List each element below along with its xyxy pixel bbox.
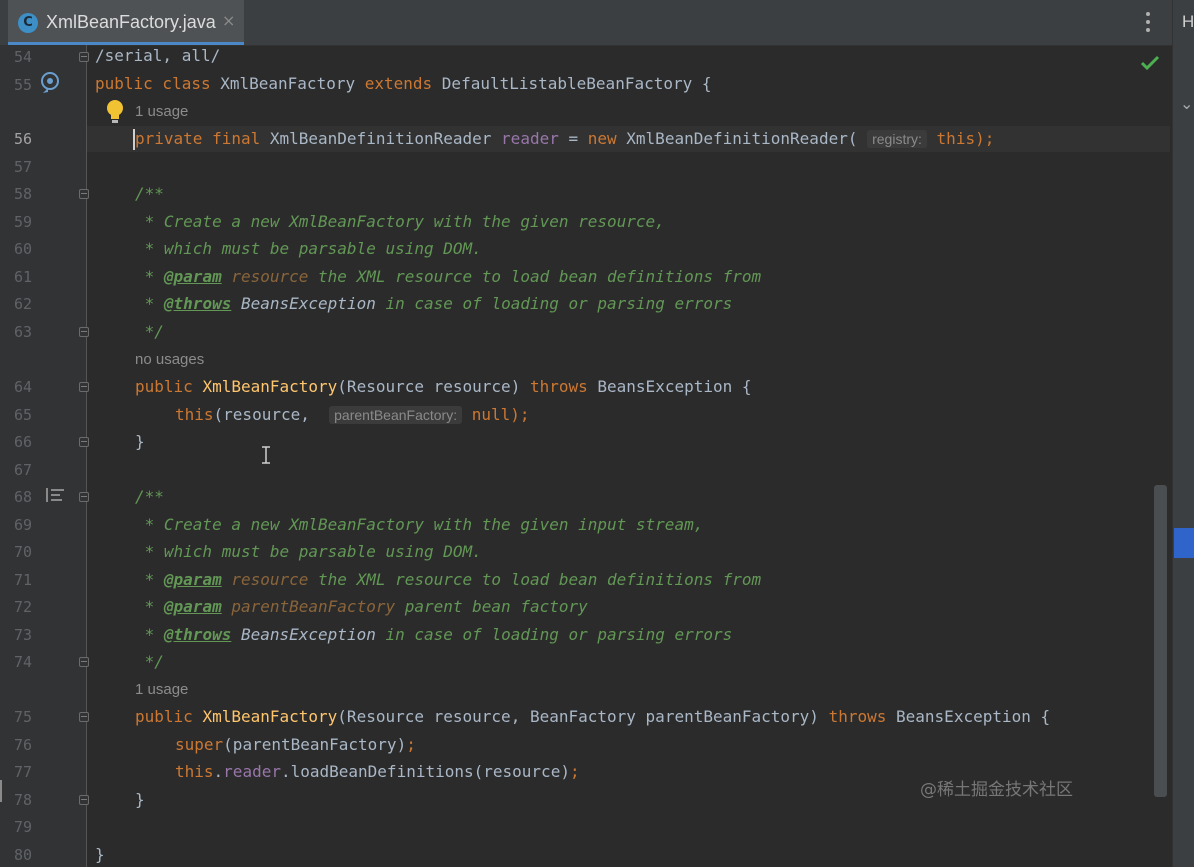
line-number: 69 <box>13 516 32 534</box>
code-line-61: * @param resource the XML resource to lo… <box>135 267 762 286</box>
line-number: 72 <box>13 598 32 616</box>
usage-hint[interactable]: 1 usage <box>135 103 188 120</box>
line-number: 55 <box>13 76 32 94</box>
code-line-78: } <box>135 790 145 809</box>
usage-hint[interactable]: 1 usage <box>135 681 188 698</box>
line-number: 68 <box>13 488 32 506</box>
code-line-56: private final XmlBeanDefinitionReader re… <box>135 129 995 148</box>
code-line-64: public XmlBeanFactory(Resource resource)… <box>135 377 752 396</box>
close-icon[interactable]: × <box>222 11 235 30</box>
line-number: 63 <box>13 323 32 341</box>
java-class-icon: C <box>18 13 38 33</box>
code-line-71: * @param resource the XML resource to lo… <box>135 570 762 589</box>
line-number: 75 <box>13 708 32 726</box>
line-number: 77 <box>13 763 32 781</box>
line-number: 67 <box>13 461 32 479</box>
code-line-80: } <box>95 845 105 864</box>
vertical-scrollbar[interactable] <box>1154 485 1167 797</box>
code-line-72: * @param parentBeanFactory parent bean f… <box>135 597 588 616</box>
line-number: 54 <box>13 48 32 66</box>
line-number: 70 <box>13 543 32 561</box>
code-line-59: * Create a new XmlBeanFactory with the g… <box>135 212 665 231</box>
code-line-69: * Create a new XmlBeanFactory with the g… <box>135 515 704 534</box>
usage-hint[interactable]: no usages <box>135 351 204 368</box>
line-number: 71 <box>13 571 32 589</box>
code-line-77: this.reader.loadBeanDefinitions(resource… <box>175 762 580 781</box>
text-cursor-icon <box>262 446 270 464</box>
line-number: 60 <box>13 240 32 258</box>
code-line-66: } <box>135 432 145 451</box>
render-doc-icon[interactable] <box>46 488 64 502</box>
tab-xmlbeanfactory[interactable]: C XmlBeanFactory.java × <box>8 0 244 45</box>
code-line-58: /** <box>135 184 164 203</box>
code-line-55: public class XmlBeanFactory extends Defa… <box>95 74 712 93</box>
more-options-icon[interactable] <box>1142 12 1154 34</box>
right-panel-label[interactable]: H <box>1182 12 1194 32</box>
parameter-hint: registry: <box>867 130 927 148</box>
left-edge-mark <box>0 780 6 802</box>
check-icon[interactable] <box>1140 55 1160 71</box>
watermark: @稀土掘金技术社区 <box>920 780 1073 800</box>
parameter-hint: parentBeanFactory: <box>329 406 463 424</box>
code-line-74: */ <box>135 652 164 671</box>
line-number: 58 <box>13 185 32 203</box>
right-tool-strip: H ⌄ <box>1172 0 1194 867</box>
code-line-70: * which must be parsable using DOM. <box>135 542 482 561</box>
line-number: 76 <box>13 736 32 754</box>
override-icon[interactable] <box>39 71 61 97</box>
code-line-63: */ <box>135 322 164 341</box>
line-number: 79 <box>13 818 32 836</box>
code-line-60: * which must be parsable using DOM. <box>135 239 482 258</box>
line-number-gutter[interactable]: 54 55 56 57 58 59 60 61 62 63 64 65 66 6… <box>0 45 89 867</box>
line-number-current: 56 <box>13 130 32 148</box>
code-line-76: super(parentBeanFactory); <box>175 735 416 754</box>
code-line-73: * @throws BeansException in case of load… <box>135 625 733 644</box>
code-line-65: this(resource, parentBeanFactory: null); <box>175 405 530 424</box>
right-panel-highlight <box>1174 528 1194 558</box>
text-caret <box>133 129 135 150</box>
line-number: 61 <box>13 268 32 286</box>
code-line-62: * @throws BeansException in case of load… <box>135 294 733 313</box>
line-number: 74 <box>13 653 32 671</box>
code-line-68: /** <box>135 487 164 506</box>
tab-title: XmlBeanFactory.java <box>46 12 216 32</box>
line-number: 57 <box>13 158 32 176</box>
line-number: 65 <box>13 406 32 424</box>
code-editor[interactable]: /serial, all/ public class XmlBeanFactor… <box>87 45 1172 867</box>
lightbulb-icon[interactable] <box>105 99 125 125</box>
line-number: 62 <box>13 295 32 313</box>
line-number: 73 <box>13 626 32 644</box>
line-number: 80 <box>13 846 32 864</box>
code-line-54: /serial, all/ <box>95 46 221 65</box>
line-number: 64 <box>13 378 32 396</box>
chevron-down-icon[interactable]: ⌄ <box>1180 94 1193 113</box>
code-line-75: public XmlBeanFactory(Resource resource,… <box>135 707 1051 726</box>
line-number: 66 <box>13 433 32 451</box>
line-number: 59 <box>13 213 32 231</box>
editor-tab-bar: C XmlBeanFactory.java × <box>0 0 1172 46</box>
